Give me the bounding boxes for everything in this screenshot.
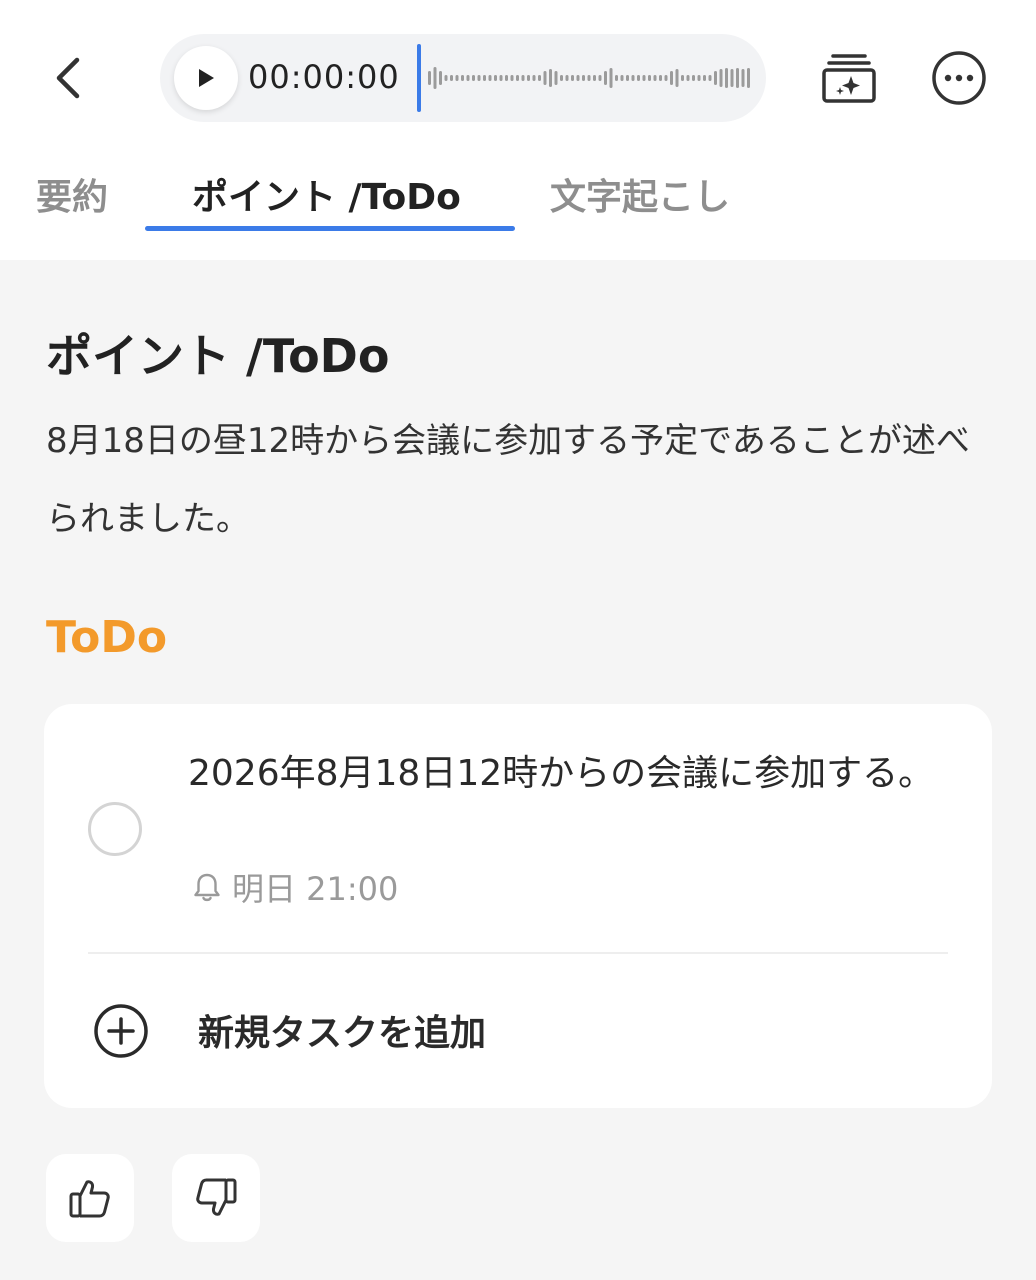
thumbs-up-icon [69, 1180, 110, 1218]
waveform-bar [664, 75, 668, 81]
waveform-bar [598, 75, 602, 81]
waveform-bar [428, 71, 431, 85]
ai-summary-button[interactable] [818, 48, 880, 108]
waveform-bar [488, 75, 492, 81]
waveform-bar [620, 75, 624, 81]
waveform-bar [527, 75, 530, 81]
divider [88, 952, 948, 954]
waveform-bar [697, 75, 701, 81]
waveform-bar [593, 75, 596, 81]
waveform-bar [670, 71, 673, 85]
more-options-button[interactable] [928, 48, 990, 108]
waveform-bar [532, 75, 536, 81]
waveform-bar [708, 75, 712, 81]
waveform-bar [615, 75, 618, 81]
waveform-bar [499, 75, 503, 81]
waveform-bar [549, 69, 552, 87]
waveform-bar [604, 71, 607, 85]
bell-icon [194, 873, 220, 902]
waveform-bar [626, 75, 629, 81]
points-title: ポイント /ToDo [46, 329, 390, 383]
waveform-bar [719, 69, 723, 87]
waveform-bar [714, 71, 717, 85]
waveform-bar [472, 75, 475, 81]
task-checkbox[interactable] [88, 802, 142, 856]
waveform-bar [444, 75, 448, 81]
top-bar: 00:00:00 要約 ポイント /ToDo 文字起こし [0, 0, 1036, 260]
task-text[interactable]: 2026年8月18日12時からの会議に参加する。 [188, 748, 948, 800]
waveform-bar [560, 75, 563, 81]
waveform-bar [543, 71, 547, 85]
waveform-bar [747, 68, 750, 88]
waveform-bar [439, 71, 442, 85]
add-task-label: 新規タスクを追加 [198, 1013, 487, 1054]
todo-card: 2026年8月18日12時からの会議に参加する。 明日 21:00 新規タスクを… [44, 704, 992, 1108]
back-button[interactable] [40, 48, 96, 108]
more-horizontal-icon [932, 51, 986, 105]
waveform-bar [730, 69, 734, 87]
waveform-bar [466, 75, 470, 81]
waveform-bar [455, 75, 459, 81]
waveform-bar [659, 75, 662, 81]
waveform-bar [565, 75, 569, 81]
tab-points-todo[interactable]: ポイント /ToDo [192, 168, 461, 220]
waveform-bar [648, 75, 651, 81]
waveform-bar [505, 75, 508, 81]
thumbs-down-icon [196, 1178, 237, 1216]
play-button[interactable] [174, 46, 238, 110]
sparkle-cards-icon [822, 54, 876, 103]
waveform-bar [516, 75, 519, 81]
waveform-bar [582, 75, 585, 81]
add-circle-icon [94, 1004, 148, 1058]
tab-transcript[interactable]: 文字起こし [550, 168, 730, 220]
waveform-bar [571, 75, 574, 81]
waveform-bar [554, 71, 558, 85]
waveform-bar [483, 75, 486, 81]
like-button[interactable] [46, 1154, 134, 1242]
playback-time: 00:00:00 [248, 58, 400, 96]
waveform-bar [433, 67, 437, 89]
waveform-bar [653, 75, 657, 81]
waveform-bar [631, 75, 635, 81]
waveform-bar [510, 75, 514, 81]
waveform-bar [681, 75, 684, 81]
waveform-bar [538, 75, 541, 81]
waveform-bar [521, 75, 525, 81]
waveform-bar [686, 75, 690, 81]
waveform-bar [736, 68, 739, 88]
tab-summary[interactable]: 要約 [36, 168, 108, 220]
waveform-bar [675, 69, 679, 87]
waveform-bar [642, 75, 646, 81]
task-reminder[interactable]: 明日 21:00 [192, 864, 398, 910]
waveform-bar [703, 75, 706, 81]
todo-heading: ToDo [46, 612, 168, 663]
waveform-bar [692, 75, 695, 81]
waveform-bar [450, 75, 453, 81]
waveform-bar [637, 75, 640, 81]
chevron-left-icon [56, 57, 80, 99]
waveform-bar [741, 69, 745, 87]
playhead-cursor[interactable] [417, 44, 421, 112]
waveform-scrubber[interactable] [414, 42, 754, 114]
waveform-bar [461, 75, 464, 81]
waveform-bar [477, 75, 481, 81]
waveform-bar [609, 68, 613, 88]
waveform-bar [725, 68, 728, 88]
dislike-button[interactable] [172, 1154, 260, 1242]
waveform-bar [494, 75, 497, 81]
add-task-button[interactable]: 新規タスクを追加 [88, 994, 948, 1064]
play-icon [199, 69, 214, 87]
waveform-bar [576, 75, 580, 81]
active-tab-indicator [145, 226, 515, 231]
points-summary: 8月18日の昼12時から会議に参加する予定であることが述べられました。 [46, 421, 970, 539]
reminder-time: 明日 21:00 [232, 870, 399, 908]
audio-player: 00:00:00 [160, 34, 766, 122]
waveform-bar [587, 75, 591, 81]
